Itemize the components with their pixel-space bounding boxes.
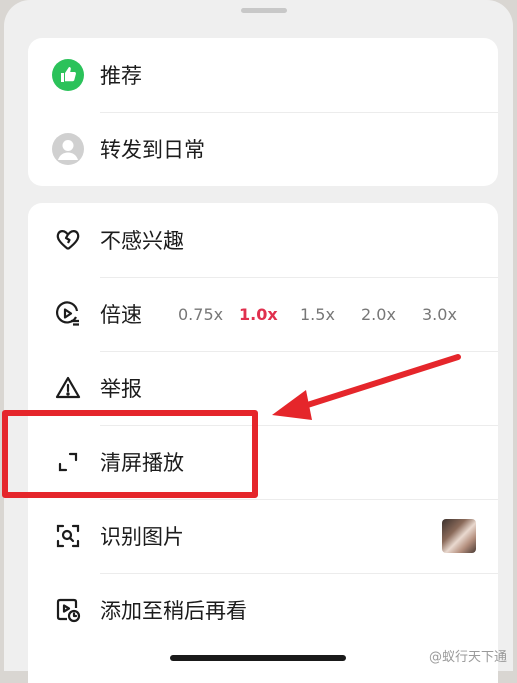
home-indicator (170, 655, 346, 661)
watermark: @蚁行天下通 (428, 650, 507, 665)
annotation-arrow (272, 354, 461, 420)
